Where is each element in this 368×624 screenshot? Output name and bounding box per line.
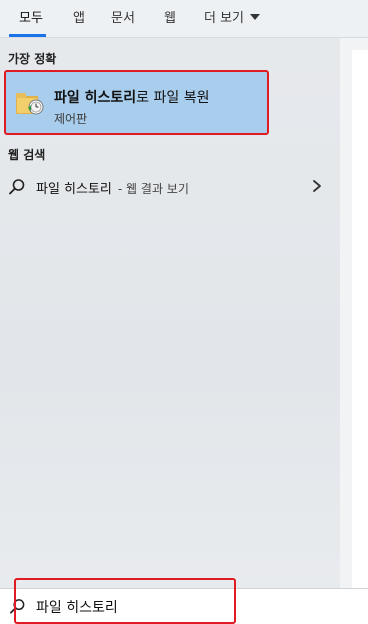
best-match-title-rest: 로 파일 복원: [136, 90, 210, 106]
file-history-folder-icon: [14, 86, 46, 118]
chevron-down-icon: [250, 14, 261, 20]
tab-all[interactable]: 모두: [19, 7, 43, 26]
active-tab-indicator: [9, 34, 46, 37]
best-match-subtitle: 제어판: [54, 112, 88, 126]
best-match-item[interactable]: 파일 히스토리로 파일 복원 제어판: [4, 70, 269, 135]
web-search-header: 웹 검색: [8, 148, 46, 162]
best-match-title-bold: 파일 히스토리: [54, 90, 137, 106]
preview-panel-content: [352, 50, 368, 588]
best-match-header: 가장 정확: [8, 52, 57, 66]
search-icon: [9, 179, 25, 195]
tab-more-label: 더 보기: [204, 11, 245, 26]
search-input[interactable]: 파일 히스토리: [36, 597, 118, 617]
search-box[interactable]: 파일 히스토리: [0, 588, 368, 624]
chevron-right-icon[interactable]: [311, 179, 323, 193]
tab-apps[interactable]: 앱: [73, 7, 85, 26]
web-result-suffix: - 웹 결과 보기: [117, 182, 189, 196]
search-tabs-bar: 모두 앱 문서 웹 더 보기: [0, 0, 368, 38]
tab-web[interactable]: 웹: [164, 7, 176, 26]
tab-documents[interactable]: 문서: [111, 7, 135, 26]
web-search-result[interactable]: 파일 히스토리 - 웹 결과 보기: [0, 172, 340, 202]
search-icon: [10, 599, 25, 614]
best-match-title: 파일 히스토리로 파일 복원: [54, 87, 209, 107]
web-result-label: 파일 히스토리 - 웹 결과 보기: [36, 178, 189, 197]
preview-panel: [340, 38, 368, 588]
tab-more[interactable]: 더 보기: [204, 7, 261, 26]
web-result-query: 파일 히스토리: [36, 182, 112, 197]
